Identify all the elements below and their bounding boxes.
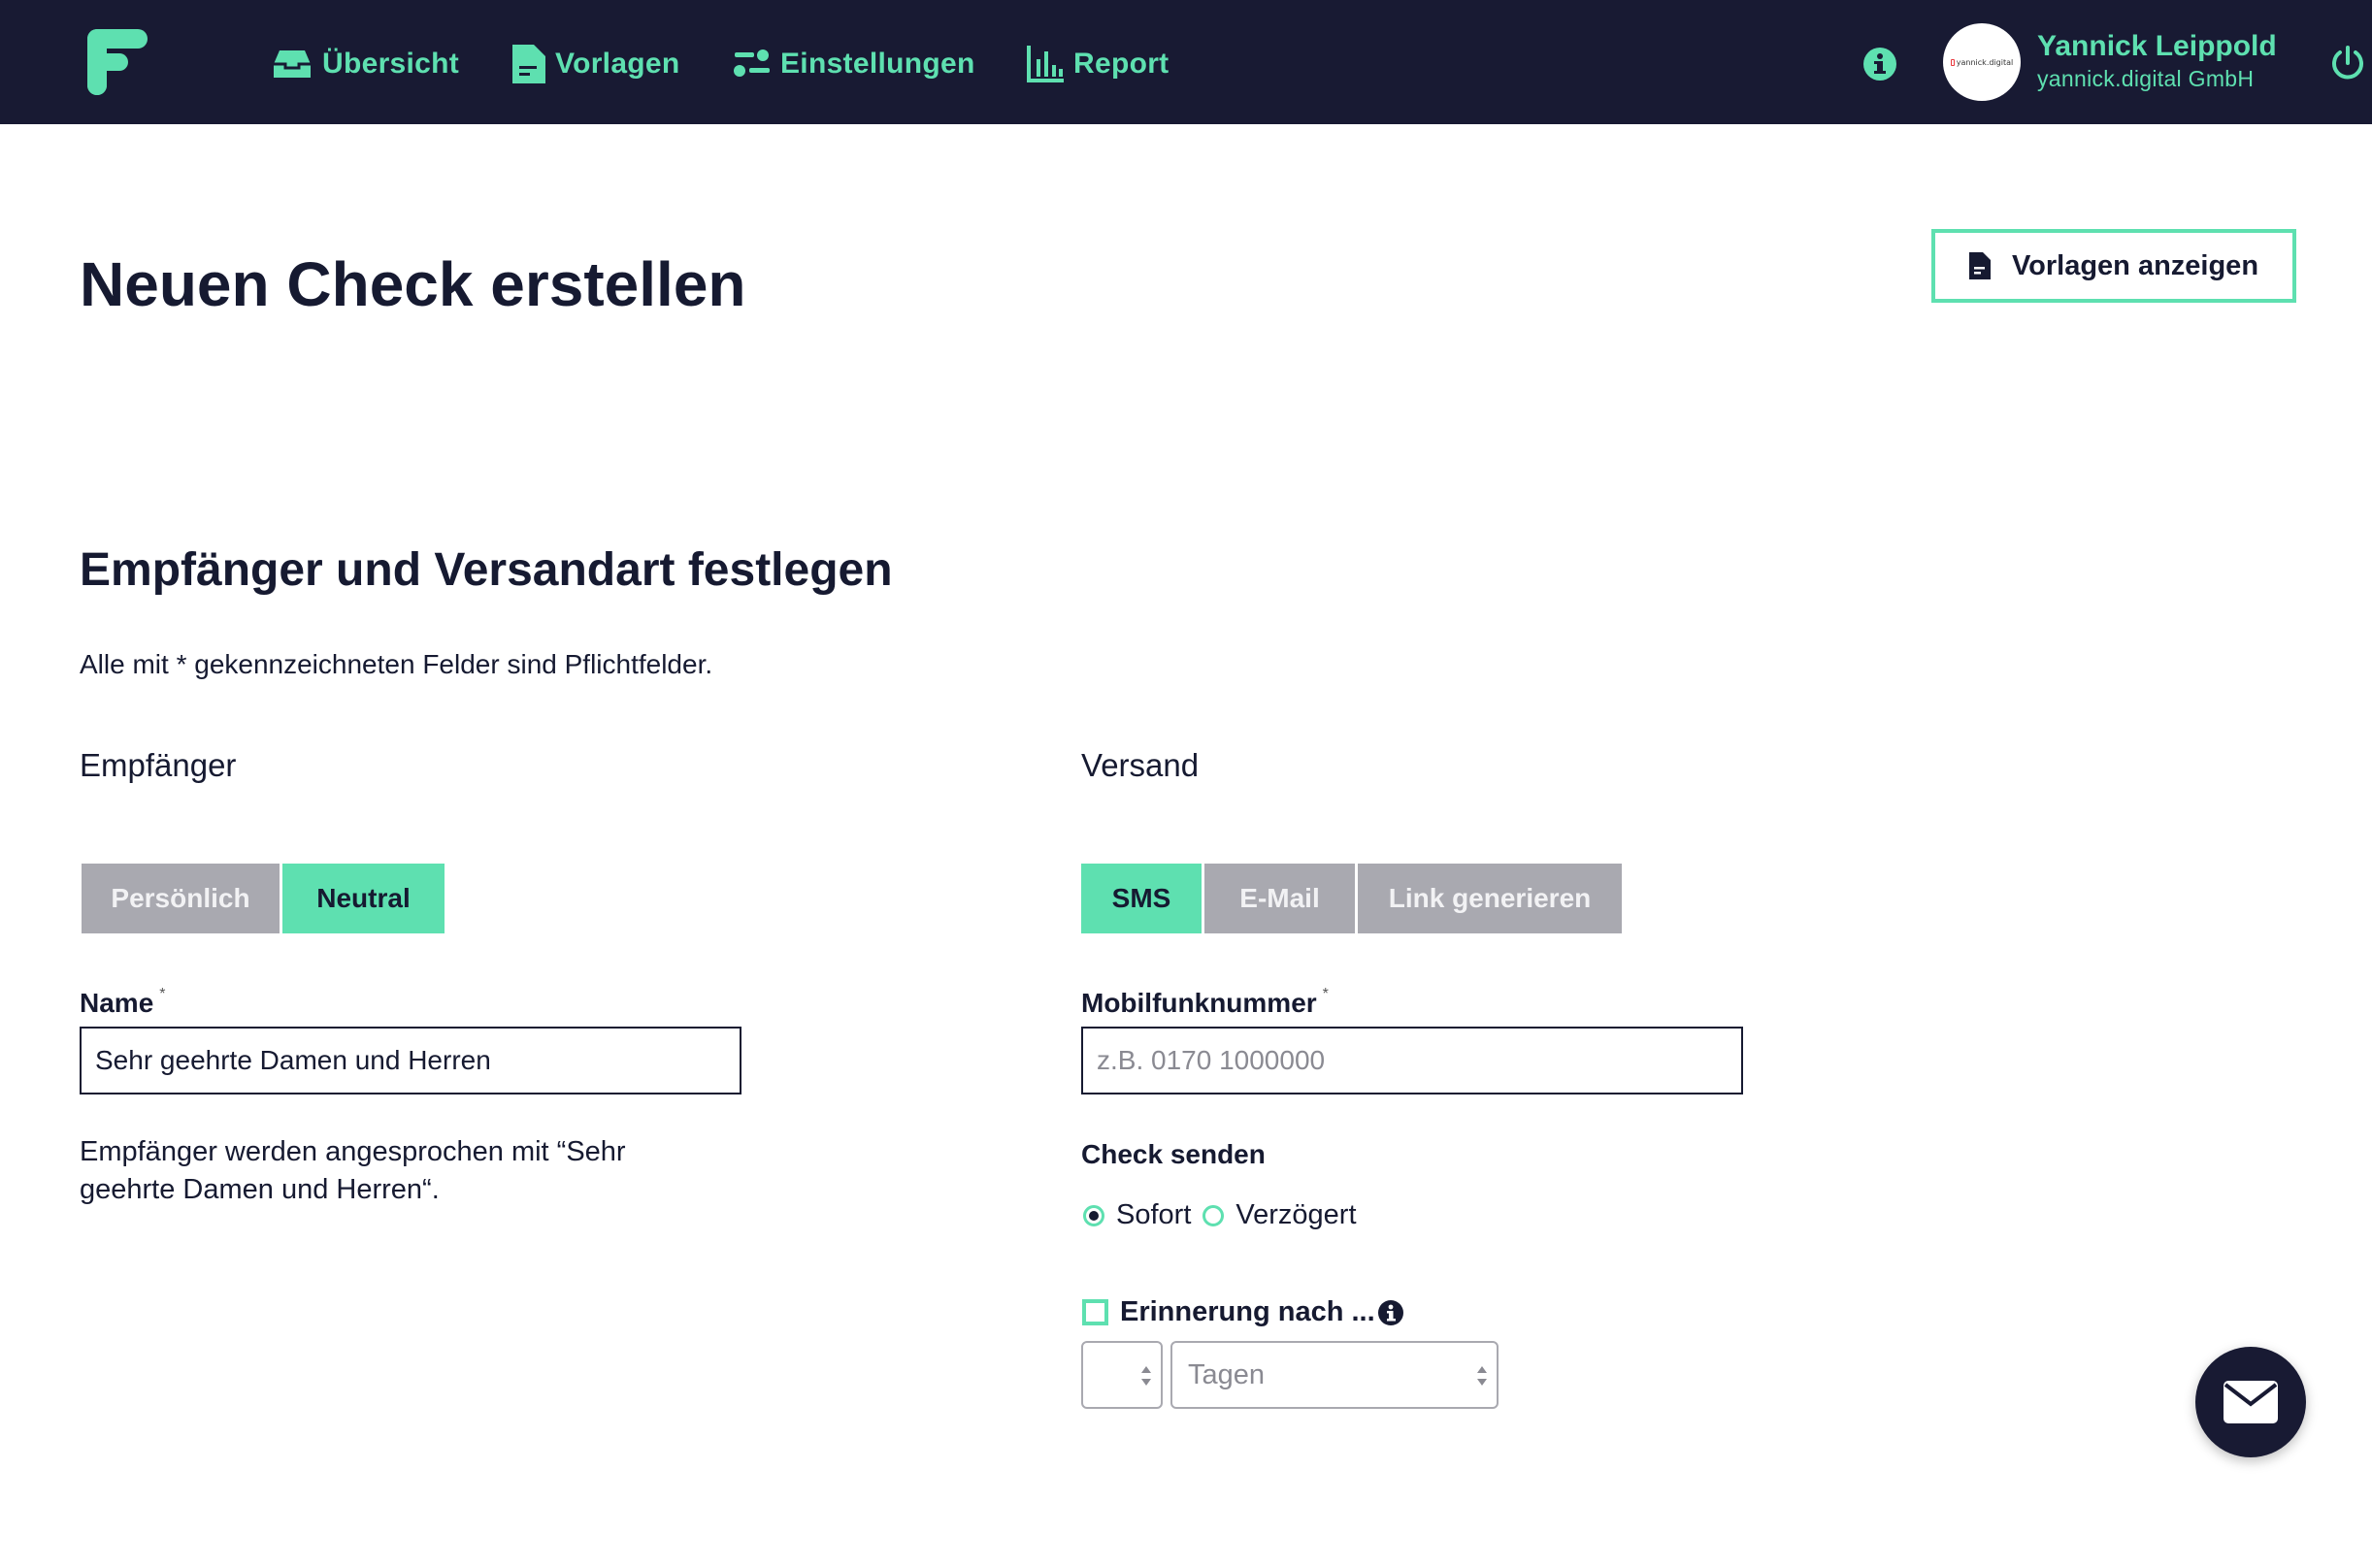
send-timing-options: Sofort Verzögert — [1083, 1199, 1357, 1231]
name-input[interactable]: Sehr geehrte Damen und Herren — [80, 1027, 741, 1094]
user-avatar[interactable]: yannick.digital — [1943, 23, 2021, 101]
nav-item-templates[interactable]: Vorlagen — [512, 43, 680, 85]
shipping-heading: Versand — [1081, 747, 1200, 783]
recipient-mode-neutral[interactable]: Neutral — [282, 864, 445, 933]
reminder-checkbox[interactable] — [1082, 1299, 1108, 1325]
send-delayed-radio[interactable] — [1202, 1204, 1225, 1226]
app-logo[interactable] — [87, 29, 149, 95]
nav-label-overview: Übersicht — [322, 48, 460, 80]
nav-label-report: Report — [1073, 48, 1170, 80]
name-required-mark: * — [159, 986, 166, 1002]
send-immediately-radio[interactable] — [1083, 1204, 1104, 1226]
avatar-logo-mark — [1950, 58, 1955, 66]
nav-item-overview[interactable]: Übersicht — [272, 43, 459, 85]
recipient-heading: Empfänger — [80, 747, 237, 783]
nav-item-report[interactable]: Report — [1027, 43, 1169, 85]
info-icon[interactable] — [1863, 48, 1896, 81]
user-company: yannick.digital GmbH — [2037, 66, 2255, 91]
required-fields-note: Alle mit * gekennzeichneten Felder sind … — [80, 649, 713, 679]
envelope-icon — [2224, 1381, 2278, 1423]
radio-selected-dot — [1089, 1210, 1099, 1221]
send-delayed-label[interactable]: Verzögert — [1235, 1199, 1356, 1231]
shipping-mode-sms[interactable]: SMS — [1081, 864, 1202, 933]
name-label-text: Name — [80, 988, 154, 1018]
top-navigation-bar: Übersicht Vorlagen Einstellungen Report — [0, 0, 2372, 124]
phone-label-text: Mobilfunknummer — [1081, 988, 1317, 1018]
logout-power-icon[interactable] — [2329, 45, 2366, 82]
page-title: Neuen Check erstellen — [80, 249, 746, 319]
select-arrows-icon — [1477, 1366, 1487, 1386]
phone-input[interactable]: z.B. 0170 1000000 — [1081, 1027, 1743, 1094]
salutation-hint: Empfänger werden angesprochen mit “Sehr … — [80, 1136, 626, 1205]
reminder-unit-placeholder: Tagen — [1188, 1358, 1266, 1390]
user-name[interactable]: Yannick Leippold — [2037, 30, 2277, 63]
section-title: Empfänger und Versandart festlegen — [80, 544, 893, 596]
reminder-label[interactable]: Erinnerung nach ... — [1120, 1296, 1375, 1328]
shipping-mode-link[interactable]: Link generieren — [1358, 864, 1622, 933]
bar-chart-icon — [1027, 46, 1064, 82]
reminder-count-select[interactable] — [1081, 1341, 1163, 1409]
settings-dots-icon — [734, 49, 770, 77]
phone-required-mark: * — [1322, 986, 1329, 1002]
nav-label-settings: Einstellungen — [780, 48, 975, 80]
document-icon — [512, 45, 545, 83]
inbox-icon — [274, 50, 311, 78]
phone-field-label: Mobilfunknummer * — [1081, 986, 1329, 1019]
document-icon — [1968, 252, 1991, 279]
show-templates-button[interactable]: Vorlagen anzeigen — [1931, 229, 2296, 303]
shipping-mode-email[interactable]: E-Mail — [1204, 864, 1355, 933]
recipient-mode-personal[interactable]: Persönlich — [82, 864, 280, 933]
contact-mail-button[interactable] — [2195, 1347, 2306, 1457]
nav-label-templates: Vorlagen — [555, 48, 680, 80]
reminder-unit-select[interactable]: Tagen — [1170, 1341, 1499, 1409]
avatar-company-name: yannick.digital — [1956, 57, 2014, 67]
reminder-option: Erinnerung nach ... — [1082, 1296, 1375, 1328]
send-immediately-label[interactable]: Sofort — [1116, 1199, 1191, 1231]
reminder-info-icon[interactable] — [1378, 1300, 1403, 1325]
nav-item-settings[interactable]: Einstellungen — [734, 43, 975, 85]
select-arrows-icon — [1141, 1366, 1151, 1386]
avatar-logo-text: yannick.digital — [1950, 57, 2014, 67]
name-field-label: Name * — [80, 986, 166, 1019]
send-check-label: Check senden — [1081, 1139, 1266, 1169]
show-templates-label: Vorlagen anzeigen — [2011, 249, 2259, 281]
